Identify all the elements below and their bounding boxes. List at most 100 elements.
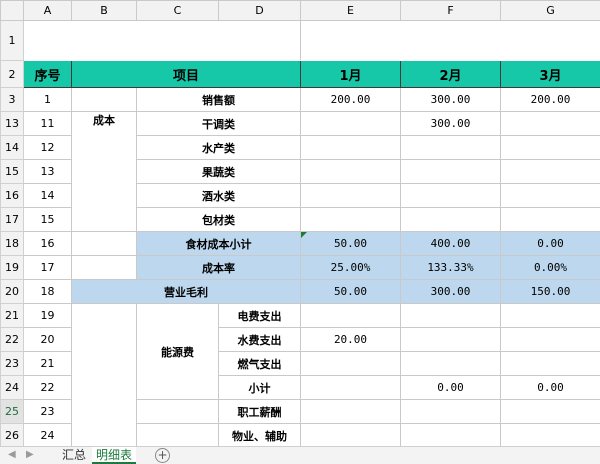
- row-header[interactable]: 19: [0, 255, 24, 280]
- cell-value[interactable]: [400, 399, 501, 424]
- row-header[interactable]: 13: [0, 111, 24, 136]
- column-header-a[interactable]: A: [23, 0, 72, 21]
- cell-value[interactable]: [500, 399, 600, 424]
- cell-item[interactable]: 水费支出: [218, 327, 301, 352]
- cell-value[interactable]: 25.00%: [300, 255, 401, 280]
- cell-value[interactable]: [400, 423, 501, 446]
- cell-seq[interactable]: 21: [23, 351, 72, 376]
- row-header[interactable]: 15: [0, 159, 24, 184]
- cell-value[interactable]: [400, 351, 501, 376]
- row-header[interactable]: 21: [0, 303, 24, 328]
- cell-category[interactable]: [71, 231, 137, 256]
- cell-value[interactable]: [500, 423, 600, 446]
- row-header[interactable]: 17: [0, 207, 24, 232]
- cell-e1[interactable]: [300, 20, 600, 61]
- row-header-active[interactable]: 25: [0, 399, 24, 424]
- column-header-f[interactable]: F: [400, 0, 501, 21]
- row-header[interactable]: 1: [0, 20, 24, 61]
- select-all-corner[interactable]: [0, 0, 24, 21]
- cell-seq[interactable]: 13: [23, 159, 72, 184]
- cell-item[interactable]: 果蔬类: [136, 159, 301, 184]
- cell-item[interactable]: 营业毛利: [71, 279, 301, 304]
- cell-seq[interactable]: 22: [23, 375, 72, 400]
- header-seq[interactable]: 序号: [23, 60, 72, 88]
- column-header-c[interactable]: C: [136, 0, 219, 21]
- next-sheet-icon[interactable]: ▶: [26, 449, 34, 460]
- cell-category[interactable]: [136, 399, 219, 424]
- cell-value[interactable]: [300, 303, 401, 328]
- cell-value[interactable]: [500, 351, 600, 376]
- cell-value[interactable]: [500, 183, 600, 208]
- row-header[interactable]: 26: [0, 423, 24, 446]
- row-header[interactable]: 2: [0, 60, 24, 88]
- cell-value[interactable]: [300, 183, 401, 208]
- cell-value[interactable]: [300, 423, 401, 446]
- cell-seq[interactable]: 11: [23, 111, 72, 136]
- row-header[interactable]: 14: [0, 135, 24, 160]
- cell-seq[interactable]: 19: [23, 303, 72, 328]
- cell-category-b[interactable]: [71, 303, 137, 446]
- cell-value[interactable]: 0.00: [500, 231, 600, 256]
- column-header-g[interactable]: G: [500, 0, 600, 21]
- cell-category[interactable]: [136, 423, 219, 446]
- cell-seq[interactable]: 12: [23, 135, 72, 160]
- cell-value[interactable]: [400, 303, 501, 328]
- cell-value-selected[interactable]: 50.00: [300, 231, 401, 256]
- cell-seq[interactable]: 23: [23, 399, 72, 424]
- column-header-e[interactable]: E: [300, 0, 401, 21]
- cell-value[interactable]: 200.00: [500, 87, 600, 112]
- cell-item[interactable]: 职工薪酬: [218, 399, 301, 424]
- cell-value[interactable]: [400, 159, 501, 184]
- cell-item[interactable]: 水产类: [136, 135, 301, 160]
- cell-category[interactable]: [71, 87, 137, 112]
- header-month-2[interactable]: 2月: [400, 60, 501, 88]
- cell-value[interactable]: 0.00: [500, 375, 600, 400]
- cell-value[interactable]: [300, 135, 401, 160]
- sheet-tab-summary[interactable]: 汇总: [58, 447, 90, 464]
- cell-value[interactable]: [300, 207, 401, 232]
- cell-value[interactable]: 133.33%: [400, 255, 501, 280]
- column-header-d[interactable]: D: [218, 0, 301, 21]
- row-header[interactable]: 23: [0, 351, 24, 376]
- cell-category-cost[interactable]: 成本: [71, 111, 137, 232]
- cell-a1[interactable]: [23, 20, 301, 61]
- cell-value[interactable]: [300, 375, 401, 400]
- cell-item[interactable]: 酒水类: [136, 183, 301, 208]
- header-item[interactable]: 项目: [71, 60, 301, 88]
- cell-value[interactable]: 50.00: [300, 279, 401, 304]
- header-month-1[interactable]: 1月: [300, 60, 401, 88]
- cell-category[interactable]: [71, 255, 137, 280]
- cell-value[interactable]: [500, 111, 600, 136]
- cell-seq[interactable]: 1: [23, 87, 72, 112]
- cell-value[interactable]: [500, 327, 600, 352]
- cell-value[interactable]: 300.00: [400, 87, 501, 112]
- add-sheet-icon[interactable]: +: [155, 448, 170, 463]
- cell-seq[interactable]: 20: [23, 327, 72, 352]
- cell-value[interactable]: [400, 207, 501, 232]
- cell-value[interactable]: 0.00%: [500, 255, 600, 280]
- cell-value[interactable]: [300, 111, 401, 136]
- cell-seq[interactable]: 17: [23, 255, 72, 280]
- cell-seq[interactable]: 14: [23, 183, 72, 208]
- cell-value[interactable]: [400, 135, 501, 160]
- cell-item[interactable]: 包材类: [136, 207, 301, 232]
- cell-item[interactable]: 食材成本小计: [136, 231, 301, 256]
- cell-category-energy[interactable]: 能源费: [136, 303, 219, 400]
- cell-value[interactable]: [300, 399, 401, 424]
- cell-value[interactable]: [500, 135, 600, 160]
- cell-value[interactable]: [500, 159, 600, 184]
- cell-seq[interactable]: 24: [23, 423, 72, 446]
- cell-item[interactable]: 燃气支出: [218, 351, 301, 376]
- cell-item[interactable]: 销售额: [136, 87, 301, 112]
- cell-value[interactable]: 300.00: [400, 111, 501, 136]
- cell-seq[interactable]: 18: [23, 279, 72, 304]
- row-header[interactable]: 3: [0, 87, 24, 112]
- row-header[interactable]: 18: [0, 231, 24, 256]
- cell-value[interactable]: 150.00: [500, 279, 600, 304]
- row-header[interactable]: 20: [0, 279, 24, 304]
- cell-value[interactable]: 20.00: [300, 327, 401, 352]
- row-header[interactable]: 22: [0, 327, 24, 352]
- cell-item[interactable]: 成本率: [136, 255, 301, 280]
- cell-item[interactable]: 干调类: [136, 111, 301, 136]
- cell-value[interactable]: [500, 303, 600, 328]
